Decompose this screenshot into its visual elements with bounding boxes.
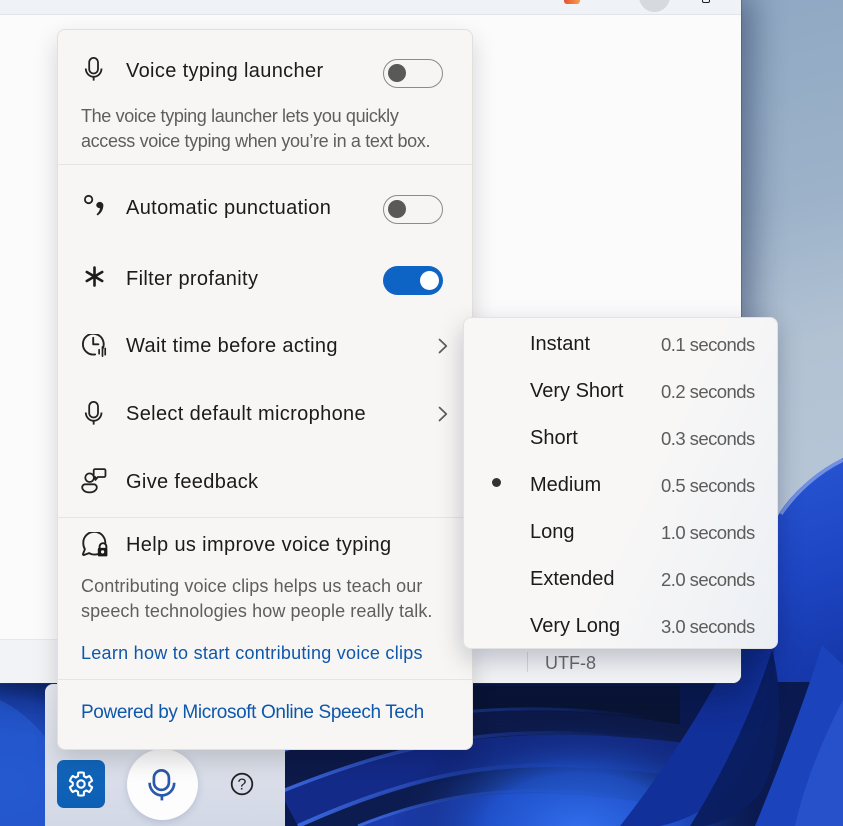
svg-text:?: ? [238,777,247,794]
